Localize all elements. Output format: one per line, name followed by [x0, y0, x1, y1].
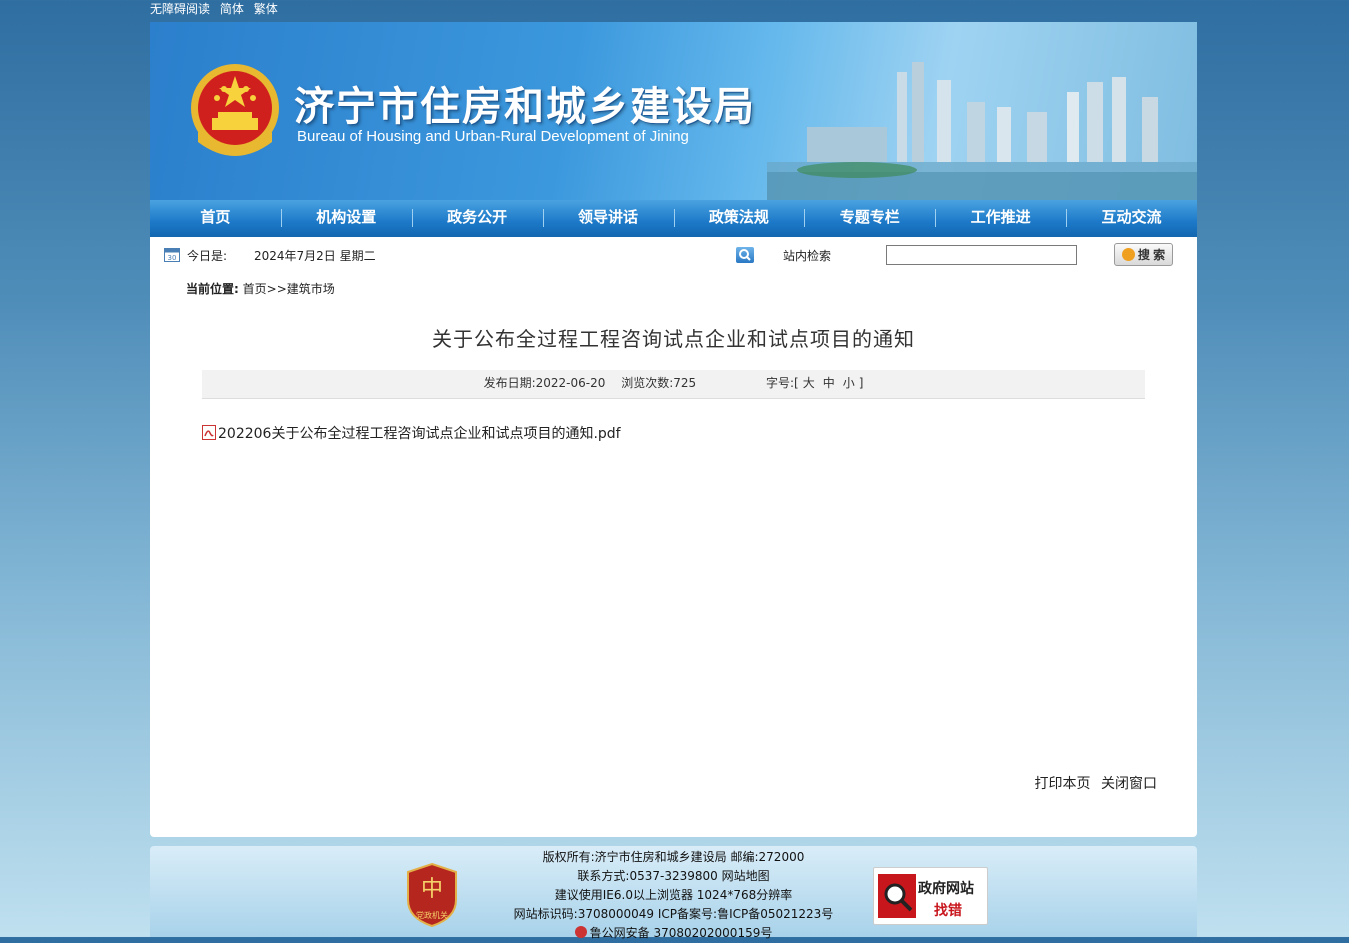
search-icon: [736, 247, 754, 263]
breadcrumb-current-link[interactable]: 建筑市场: [287, 282, 335, 296]
magnifier-icon: [878, 874, 916, 918]
find-error-subtitle: 找错: [934, 903, 962, 919]
header-banner: 济宁市住房和城乡建设局 Bureau of Housing and Urban-…: [150, 22, 1197, 200]
search-label: 站内检索: [783, 249, 832, 263]
article-title: 关于公布全过程工程咨询试点企业和试点项目的通知: [432, 327, 915, 351]
font-size-small[interactable]: 小: [843, 376, 855, 390]
search-button[interactable]: 搜 索: [1114, 243, 1173, 266]
footer: 中 党政机关 版权所有:济宁市住房和城乡建设局 邮编:272000 联系方式:0…: [150, 846, 1197, 940]
pdf-icon: [202, 425, 216, 440]
site-title: 济宁市住房和城乡建设局: [294, 84, 756, 130]
attachment-link[interactable]: 202206关于公布全过程工程咨询试点企业和试点项目的通知.pdf: [218, 426, 621, 442]
nav-item-policy[interactable]: 政策法规: [673, 200, 805, 237]
breadcrumb: 当前位置: 首页>>建筑市场: [186, 280, 335, 297]
font-size-large[interactable]: 大: [803, 376, 815, 390]
nav-item-home[interactable]: 首页: [150, 200, 281, 237]
view-count: 浏览次数:725: [621, 376, 697, 390]
search-button-icon: [1121, 248, 1135, 261]
close-window-link[interactable]: 关闭窗口: [1101, 776, 1157, 792]
font-size-end: ]: [858, 376, 864, 390]
article-meta-bar: 发布日期:2022-06-20 浏览次数:725 字号:[ 大中小]: [202, 370, 1145, 399]
nav-item-organization[interactable]: 机构设置: [280, 200, 412, 237]
police-badge-icon: [574, 926, 587, 938]
calendar-icon: 30: [164, 248, 180, 262]
page-actions: 打印本页 关闭窗口: [1029, 773, 1157, 793]
traditional-link[interactable]: 繁体: [254, 2, 278, 16]
nav-item-work-progress[interactable]: 工作推进: [935, 200, 1066, 237]
main-nav: 首页 机构设置 政务公开 领导讲话 政策法规 专题专栏 工作推进 互动交流: [150, 200, 1197, 237]
font-size-medium[interactable]: 中: [823, 376, 835, 390]
nav-item-interaction[interactable]: 互动交流: [1066, 200, 1197, 237]
breadcrumb-separator: >>: [266, 282, 287, 296]
breadcrumb-home-link[interactable]: 首页: [243, 282, 267, 296]
nav-item-government-affairs[interactable]: 政务公开: [411, 200, 543, 237]
search-button-label: 搜 索: [1137, 248, 1166, 262]
accessibility-link[interactable]: 无障碍阅读: [150, 2, 210, 16]
font-size-switcher: 字号:[ 大中小]: [766, 376, 863, 390]
breadcrumb-label: 当前位置:: [186, 282, 239, 296]
national-emblem-icon: [191, 64, 279, 156]
info-bar: 30 今日是: 2024年7月2日 星期二 站内检索 搜 索: [150, 237, 1197, 271]
city-skyline-image: [767, 62, 1197, 200]
site-subtitle: Bureau of Housing and Urban-Rural Develo…: [297, 128, 689, 145]
footer-contact: 联系方式:0537-3239800 网站地图: [577, 869, 770, 883]
footer-text: 版权所有:济宁市住房和城乡建设局 邮编:272000 联系方式:0537-323…: [150, 848, 1197, 943]
date-value: 2024年7月2日 星期二: [254, 249, 376, 263]
footer-icp: 网站标识码:3708000049 ICP备案号:鲁ICP备05021223号: [513, 907, 834, 921]
publish-date: 发布日期:2022-06-20: [483, 376, 606, 390]
footer-browser-tip: 建议使用IE6.0以上浏览器 1024*768分辨率: [554, 888, 793, 902]
find-error-button[interactable]: 政府网站 找错: [873, 867, 988, 925]
search-input[interactable]: [886, 245, 1077, 265]
nav-item-special-topics[interactable]: 专题专栏: [804, 200, 935, 237]
main-content: 30 今日是: 2024年7月2日 星期二 站内检索 搜 索 当前位置: 首页>…: [150, 237, 1197, 837]
find-error-title: 政府网站: [918, 881, 974, 897]
simplified-link[interactable]: 简体: [220, 2, 244, 16]
nav-item-leader-speech[interactable]: 领导讲话: [542, 200, 674, 237]
print-page-link[interactable]: 打印本页: [1035, 776, 1091, 792]
attachment: 202206关于公布全过程工程咨询试点企业和试点项目的通知.pdf: [202, 423, 621, 443]
svg-text:30: 30: [168, 254, 177, 262]
footer-police-record: 鲁公网安备 37080202000159号: [150, 924, 1197, 943]
footer-copyright: 版权所有:济宁市住房和城乡建设局 邮编:272000: [542, 850, 805, 864]
top-bar: 无障碍阅读 简体 繁体: [150, 0, 284, 20]
date-label: 今日是:: [187, 249, 228, 263]
font-size-label: 字号:[: [765, 376, 799, 390]
